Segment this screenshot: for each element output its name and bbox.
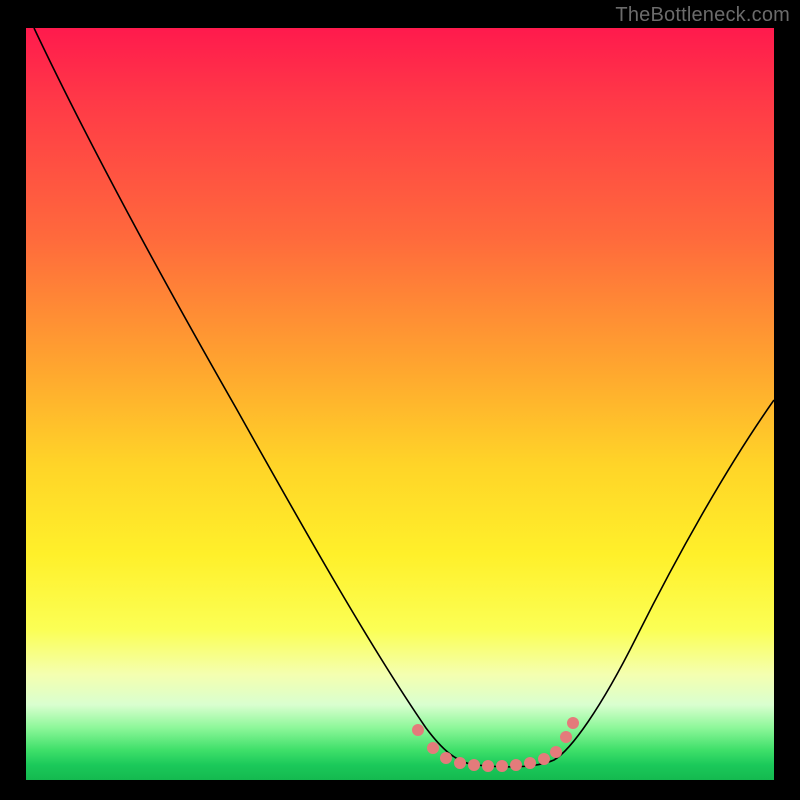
watermark-text: TheBottleneck.com xyxy=(615,4,790,27)
curve-layer xyxy=(26,28,774,780)
plot-area xyxy=(26,28,774,780)
valley-markers xyxy=(412,717,579,772)
chart-frame: TheBottleneck.com xyxy=(0,0,800,800)
bottleneck-curve xyxy=(34,28,774,767)
